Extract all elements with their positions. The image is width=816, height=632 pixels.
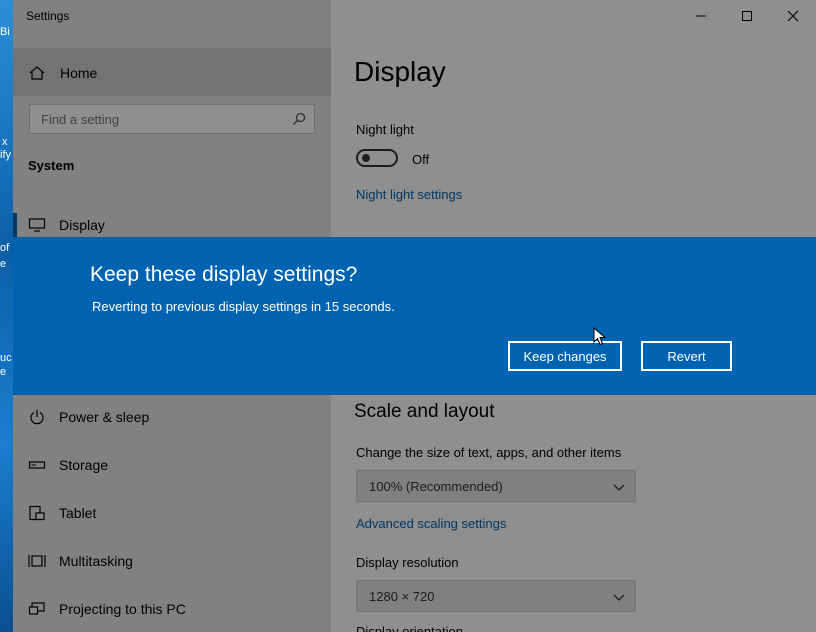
- desktop-icon-label: e: [0, 366, 7, 378]
- desktop-background: Bi x ify of e uc e: [0, 0, 13, 632]
- keep-settings-dialog: Keep these display settings? Reverting t…: [13, 237, 816, 395]
- dialog-message: Reverting to previous display settings i…: [92, 299, 395, 314]
- desktop-icon-label: e: [0, 258, 7, 270]
- desktop-icon-label: uc: [0, 352, 12, 364]
- dialog-title: Keep these display settings?: [90, 263, 358, 286]
- desktop-icon-label: of: [0, 242, 10, 254]
- desktop-icon-label: x: [2, 136, 8, 148]
- mouse-cursor-icon: [593, 327, 607, 346]
- desktop-icon-label: Bi: [0, 26, 10, 38]
- desktop-icon-label: ify: [0, 149, 11, 161]
- revert-button[interactable]: Revert: [641, 341, 732, 371]
